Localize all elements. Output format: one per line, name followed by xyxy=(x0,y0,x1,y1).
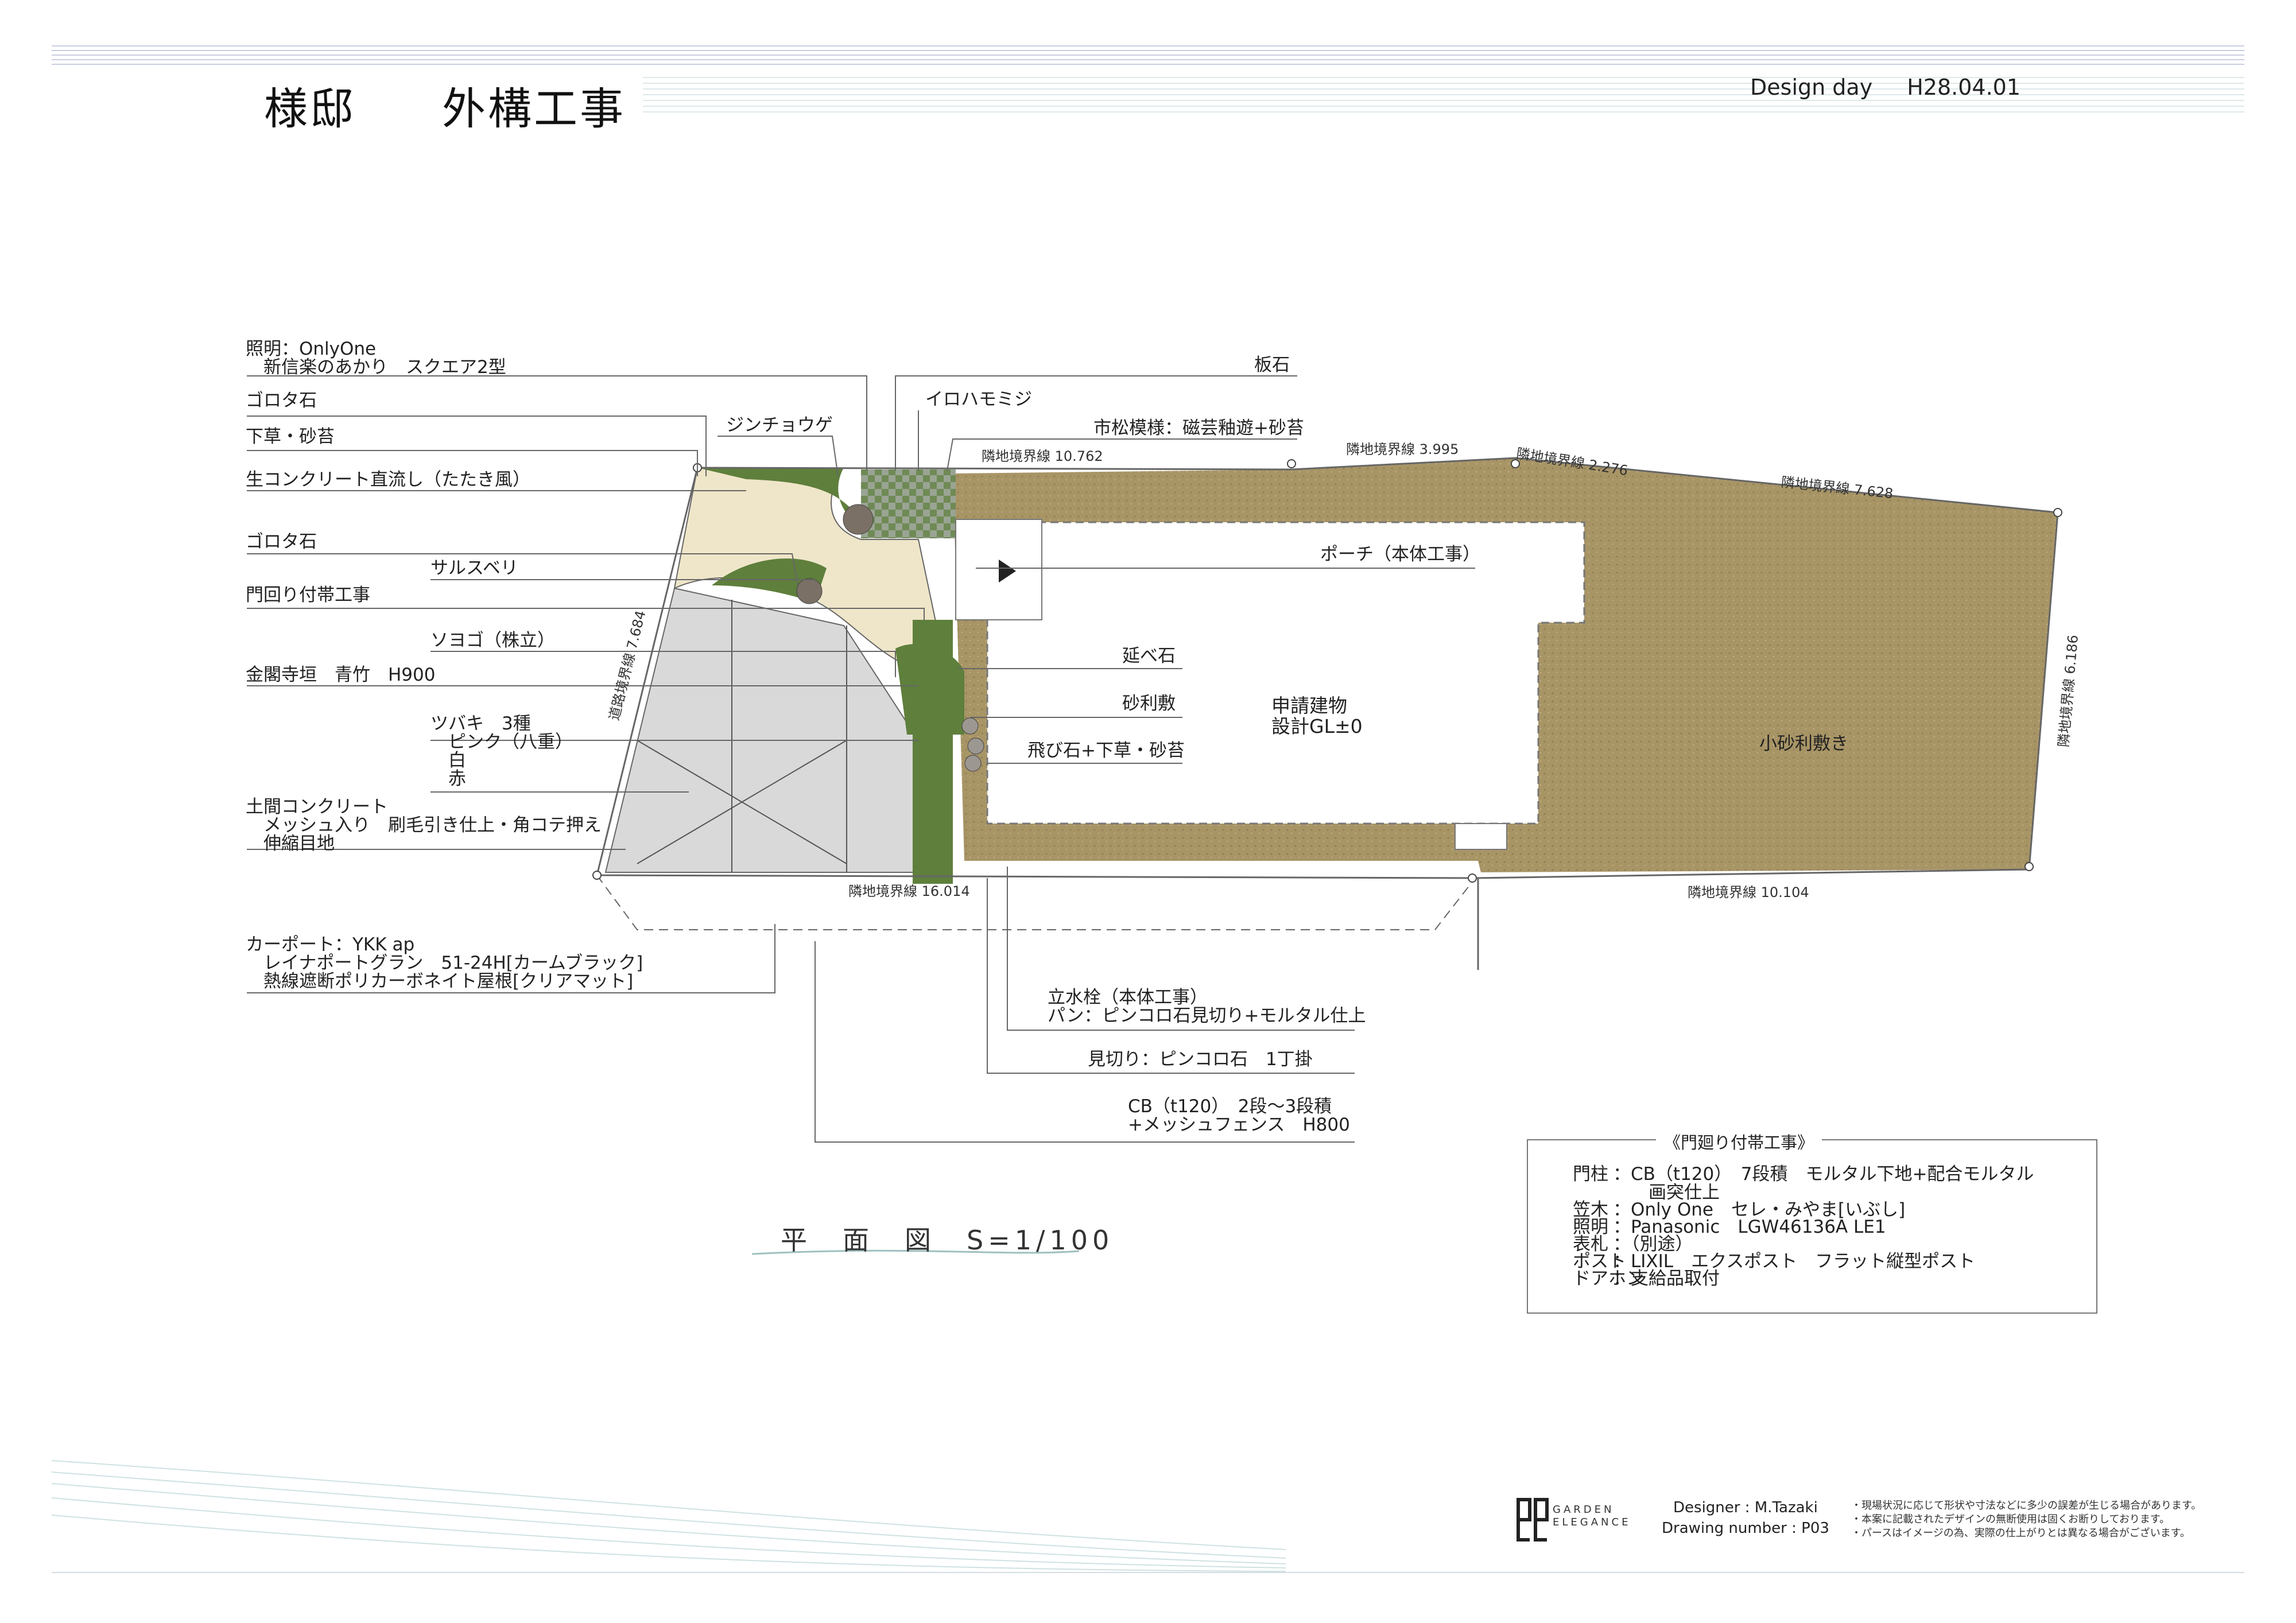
boundary-marker xyxy=(1287,459,1296,468)
footer-wave xyxy=(51,1483,1286,1564)
label-building: 申請建物 設計GL±0 xyxy=(1271,694,1363,737)
footer-notes: ・現場状況に応じて形状や寸法などに多少の誤差が生じる場合があります。 ・本案に記… xyxy=(1851,1500,2202,1539)
label-faucet: 立水栓（本体工事） パン：ピンコロ石見切り+モルタル仕上 xyxy=(1048,987,1366,1026)
boundary-marker xyxy=(592,871,602,880)
legend-value: ：CB（t120） 7段積 モルタル下地+配合モルタル 画突仕上 xyxy=(1613,1164,2034,1203)
tobiishi-stone xyxy=(961,717,979,735)
label-porch: ポーチ（本体工事） xyxy=(1320,544,1480,565)
label-soyogo: ソヨゴ（株立） xyxy=(430,630,555,651)
dim-north-mid: 隣地境界線 3.995 xyxy=(1346,441,1459,457)
label-sarusuberi: サルスベリ xyxy=(430,558,518,578)
tobiishi-stone xyxy=(964,755,982,772)
label-gorota-1: ゴロタ石 xyxy=(246,390,317,411)
label-jinchouge: ジンチョウゲ xyxy=(726,415,833,436)
label-ichimatsu: 市松模様：磁芸釉遊+砂苔 xyxy=(1093,418,1304,438)
label-irohamomiji: イロハモミジ xyxy=(925,389,1032,410)
label-lighting: 照明：OnlyOne 新信楽のあかり スクエア2型 xyxy=(246,339,506,378)
brand-name: GARDEN ELEGANCE xyxy=(1553,1504,1631,1529)
carport-roof-outline xyxy=(596,875,1476,930)
label-doma-concrete: 土間コンクリート メッシュ入り 刷毛引き仕上・角コテ押え 伸縮目地 xyxy=(246,797,602,854)
label-concrete-tataki: 生コンクリート直流し（たたき風） xyxy=(246,469,530,490)
drawing-number: Drawing number : P03 xyxy=(1662,1520,1829,1537)
label-kinkakuji: 金閣寺垣 青竹 H900 xyxy=(246,665,436,685)
leader-line xyxy=(987,878,1355,1074)
footer-wave xyxy=(51,1471,1286,1559)
garden-elegance-logo-icon xyxy=(1517,1498,1549,1542)
legend-value: ：支給品取付 xyxy=(1613,1268,1720,1289)
footer-wave xyxy=(51,1460,1286,1550)
label-tobiishi: 飛び石+下草・砂苔 xyxy=(1027,740,1185,761)
label-jarishiki: 砂利敷 xyxy=(1122,693,1176,714)
label-gate-work: 門回り付帯工事 xyxy=(246,585,370,605)
legend-title: 《門廻り付帯工事》 xyxy=(1656,1129,1822,1154)
scale-label: 平 面 図 S=1/100 xyxy=(781,1225,1114,1256)
label-shitakusa: 下草・砂苔 xyxy=(246,426,335,447)
planting-trees xyxy=(895,644,964,735)
label-carport: カーポート：YKK ap レイナポートグラン 51-24H[カームブラック] 熱… xyxy=(246,934,643,992)
dim-north-left: 隣地境界線 10.762 xyxy=(982,448,1103,464)
boundary-marker xyxy=(2024,862,2034,871)
leader-line xyxy=(247,608,925,620)
step-box xyxy=(1455,823,1507,850)
boundary-marker xyxy=(1468,873,1477,883)
dim-south-left: 隣地境界線 16.014 xyxy=(848,883,970,899)
label-cb-fence: CB（t120） 2段～3段積 +メッシュフェンス H800 xyxy=(1128,1096,1350,1135)
label-kojari: 小砂利敷き xyxy=(1759,733,1848,754)
legend-row: ドアホン：支給品取付 xyxy=(1573,1269,1720,1288)
label-nobeishi: 延べ石 xyxy=(1122,646,1176,666)
label-gorota-2: ゴロタ石 xyxy=(246,531,317,552)
footer-wave xyxy=(51,1515,1286,1572)
gorota-stone xyxy=(843,504,874,535)
label-mikiri: 見切り：ピンコロ石 1丁掛 xyxy=(1088,1049,1313,1070)
boundary-marker xyxy=(2053,508,2062,517)
gorota-stone xyxy=(796,578,823,604)
label-tsubaki: ツバキ 3種 ピンク（八重） 白 赤 xyxy=(430,713,573,789)
brand-bottom: ELEGANCE xyxy=(1553,1516,1631,1528)
building xyxy=(986,521,1585,825)
label-itaishi: 板石 xyxy=(1254,355,1290,375)
dim-south-right: 隣地境界線 10.104 xyxy=(1688,884,1809,900)
tobiishi-stone xyxy=(967,737,984,755)
legend-row: 門柱 ：CB（t120） 7段積 モルタル下地+配合モルタル 画突仕上 xyxy=(1573,1165,2034,1202)
checker-area xyxy=(861,469,956,538)
designer: Designer : M.Tazaki xyxy=(1673,1499,1818,1516)
brand-top: GARDEN xyxy=(1553,1504,1615,1516)
